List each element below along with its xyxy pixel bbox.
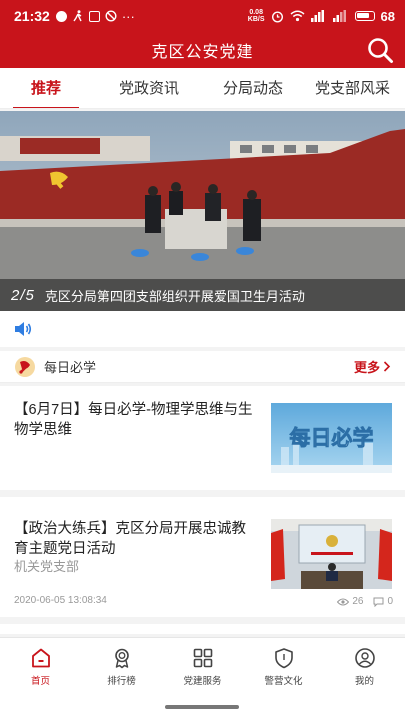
signal-2-icon	[332, 10, 346, 22]
nav-party-services[interactable]: 党建服务	[162, 638, 243, 697]
battery-icon	[354, 11, 375, 21]
home-icon	[31, 648, 50, 668]
message-icon	[55, 10, 67, 22]
article-card[interactable]	[0, 624, 405, 634]
chevron-right-icon	[383, 361, 391, 372]
user-icon	[354, 648, 375, 668]
banner-caption: 2/5 克区分局第四团支部组织开展爱国卫生月活动	[0, 279, 405, 311]
comment-count: 0	[373, 596, 393, 607]
article-source: 机关党支部	[14, 559, 80, 574]
banner-caption-text: 克区分局第四团支部组织开展爱国卫生月活动	[44, 288, 305, 304]
nav-ranking[interactable]: 排行榜	[81, 638, 162, 697]
banner-carousel[interactable]: 2/5 克区分局第四团支部组织开展爱国卫生月活动	[0, 111, 405, 311]
speaker-icon[interactable]	[14, 321, 32, 337]
tab-party-news[interactable]: 党政资讯	[119, 68, 179, 108]
bottom-nav: 首页 排行榜 党建服务 警营文化 我的	[0, 637, 405, 697]
tab-recommend[interactable]: 推荐	[12, 68, 80, 108]
article-title: 【6月7日】每日必学-物理学思维与生物学思维	[14, 402, 253, 438]
article-thumbnail: 每日必学	[271, 403, 392, 473]
tab-branch-news[interactable]: 分局动态	[223, 68, 283, 108]
status-more: ···	[121, 8, 135, 24]
article-title: 【政治大练兵】克区分局开展忠诚教育主题党日活动	[14, 521, 246, 557]
article-thumbnail	[271, 519, 392, 589]
grid-icon	[193, 648, 212, 668]
wifi-icon	[290, 10, 305, 22]
system-home-bar	[0, 697, 405, 720]
battery-level: 68	[380, 8, 395, 24]
medal-icon	[114, 648, 129, 669]
view-count: 26	[337, 596, 363, 607]
image-icon	[88, 10, 100, 22]
walk-icon	[73, 10, 82, 22]
comment-icon	[373, 597, 384, 607]
tab-party-branch-style[interactable]: 党支部风采	[315, 68, 390, 108]
status-bar: 21:32 ··· 0.08 KB/S 68	[0, 0, 405, 32]
eye-icon	[337, 598, 350, 605]
more-link[interactable]: 更多	[354, 357, 391, 376]
alarm-icon	[271, 10, 283, 23]
article-date: 2020-06-05 13:08:34	[14, 595, 107, 606]
article-card[interactable]: 【6月7日】每日必学-物理学思维与生物学思维 每日必学	[0, 386, 405, 490]
nav-profile[interactable]: 我的	[324, 638, 405, 697]
daily-study-label: 每日必学	[44, 360, 97, 375]
status-notification-icons: ···	[55, 8, 135, 24]
daily-study-header: 每日必学 更多	[0, 351, 405, 383]
category-tabs: 推荐 党政资讯 分局动态 党支部风采	[0, 68, 405, 109]
status-time: 21:32	[14, 8, 50, 24]
audio-row	[0, 311, 405, 347]
article-stats: 26 0	[337, 596, 393, 607]
blocked-icon	[105, 10, 117, 22]
app-title: 克区公安党建	[151, 44, 254, 61]
banner-page-indicator: 2/5	[11, 286, 35, 304]
signal-icon	[310, 10, 324, 22]
search-icon[interactable]	[365, 35, 395, 65]
thumbnail-text: 每日必学	[290, 426, 374, 450]
article-card[interactable]: 【政治大练兵】克区分局开展忠诚教育主题党日活动 机关党支部 2020-06-05…	[0, 497, 405, 617]
home-indicator[interactable]	[165, 705, 239, 709]
net-speed: 0.08 KB/S	[247, 9, 265, 23]
nav-police-culture[interactable]: 警营文化	[243, 638, 324, 697]
shield-icon	[274, 648, 293, 669]
nav-home[interactable]: 首页	[0, 638, 81, 697]
party-emblem-icon	[15, 356, 35, 377]
app-bar: 克区公安党建	[0, 32, 405, 68]
